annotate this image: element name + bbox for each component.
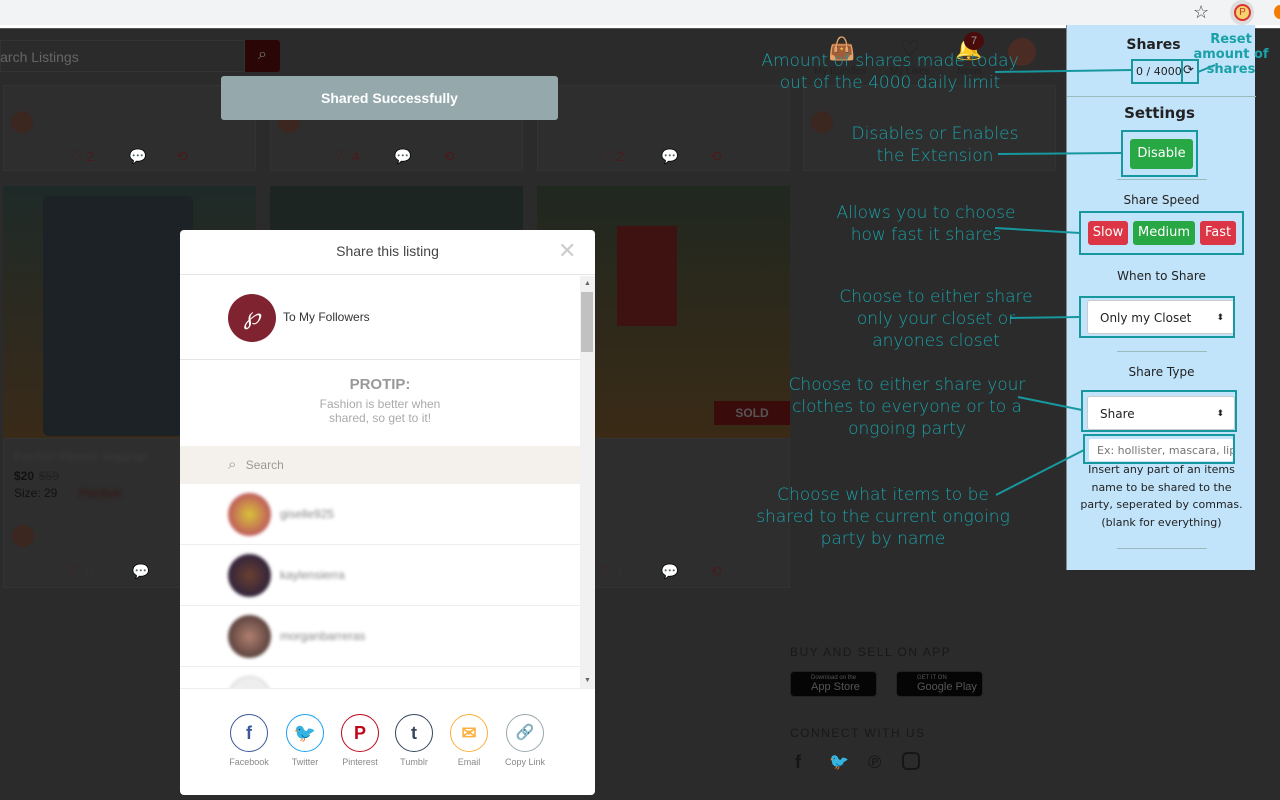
- type-highlight: [1081, 390, 1237, 432]
- annotation-shares: Amount of shares made today out of the 4…: [761, 51, 1019, 93]
- party-input-highlight: [1083, 434, 1235, 464]
- annotation-party: Choose what items to be shared to the cu…: [756, 485, 1010, 549]
- speed-highlight: [1079, 211, 1244, 255]
- annotation-reset: Reset amount of shares: [1193, 32, 1269, 77]
- annotation-type: Choose to either share your clothes to e…: [788, 375, 1026, 439]
- disable-highlight: [1121, 130, 1198, 177]
- shares-count-highlight: [1131, 59, 1183, 84]
- when-highlight: [1079, 296, 1235, 338]
- annotation-toggle: Disables or Enables the Extension: [851, 124, 1019, 166]
- annotation-lines: [994, 59, 1244, 496]
- annotation-when: Choose to either share only your closet …: [839, 287, 1033, 351]
- annotation-speed: Allows you to choose how fast it shares: [836, 203, 1016, 245]
